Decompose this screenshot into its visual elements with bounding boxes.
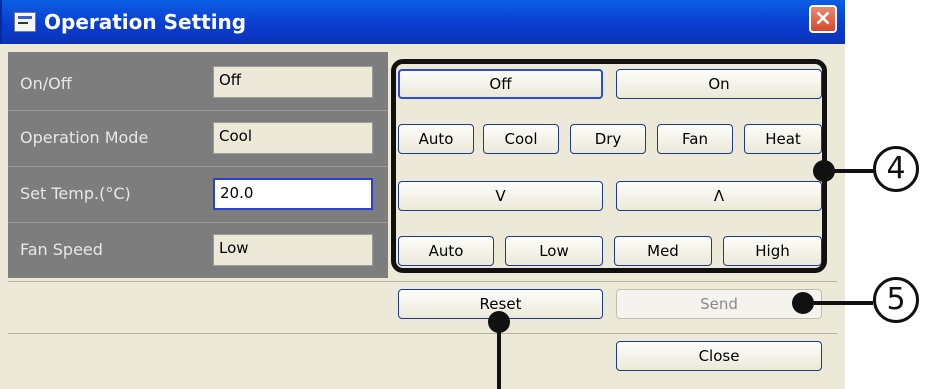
operation-mode-value: Cool <box>213 122 373 154</box>
row-divider <box>8 222 388 223</box>
footer-divider <box>8 333 837 334</box>
close-button[interactable]: Close <box>616 341 822 371</box>
label-on-off: On/Off <box>20 74 72 93</box>
footer-divider <box>8 281 837 282</box>
window-title: Operation Setting <box>44 10 247 34</box>
row-divider <box>8 166 388 167</box>
close-icon[interactable]: × <box>809 5 837 33</box>
row-divider <box>8 110 388 111</box>
reset-callout-leader <box>497 320 501 389</box>
callout-5-leader <box>803 301 873 305</box>
on-off-value: Off <box>213 66 373 98</box>
title-bar: Operation Setting × <box>0 0 845 44</box>
callout-4-outline <box>391 59 827 273</box>
set-temp-value[interactable]: 20.0 <box>213 178 373 210</box>
app-icon <box>14 12 36 32</box>
label-set-temp: Set Temp.(°C) <box>20 184 131 203</box>
label-operation-mode: Operation Mode <box>20 128 149 147</box>
callout-4-leader <box>824 169 874 173</box>
label-fan-speed: Fan Speed <box>20 240 103 259</box>
callout-5-marker: 5 <box>873 277 919 323</box>
fan-speed-value: Low <box>213 234 373 266</box>
callout-4-marker: 4 <box>873 146 919 192</box>
